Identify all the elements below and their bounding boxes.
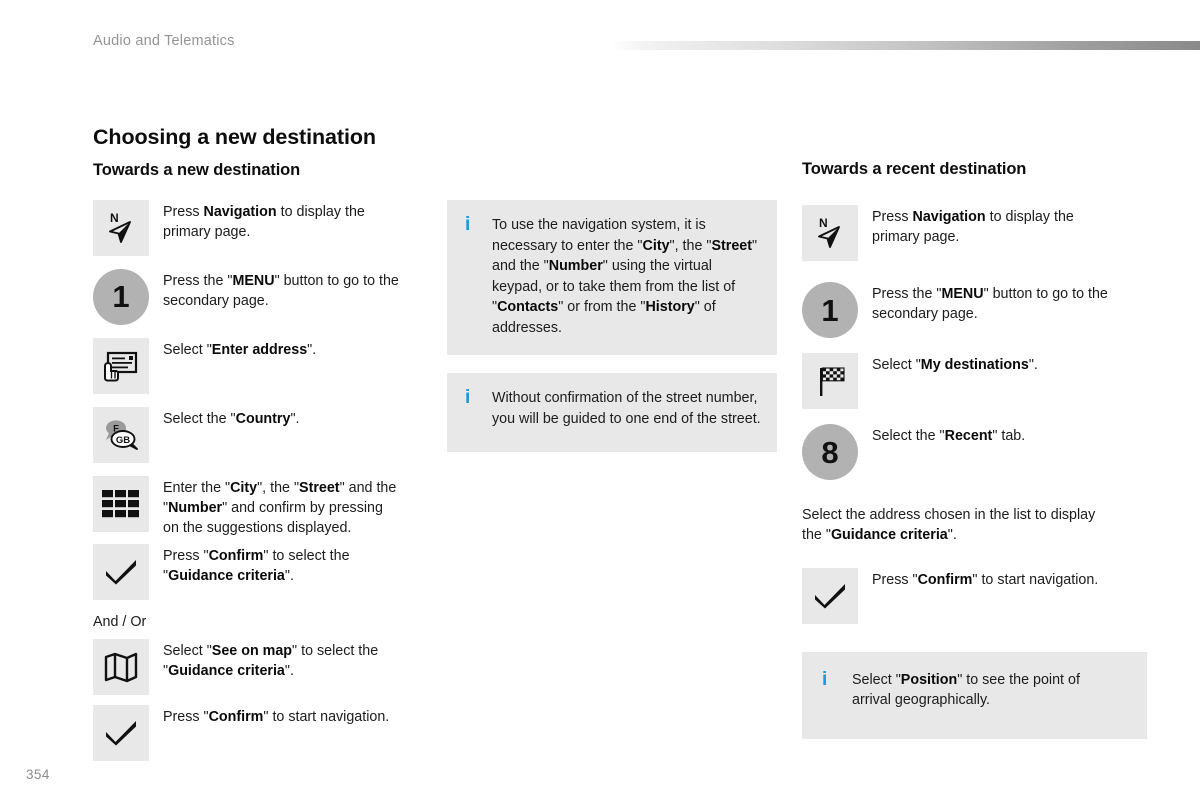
page-title: Choosing a new destination: [93, 125, 376, 149]
info-box: i Select "Position" to see the point of a…: [802, 651, 1147, 739]
step-row: 1 Press the "MENU" button to go to the se…: [93, 268, 433, 325]
my-destinations-flag-icon: [820, 367, 845, 397]
step-text: Select "Enter address".: [163, 341, 317, 358]
step-text: Press the "MENU" button to go to the seco…: [163, 272, 399, 310]
confirm-checkmark-icon-box: [93, 543, 149, 600]
svg-text:N: N: [110, 211, 119, 225]
breadcrumb-chapter-title: Audio and Telematics: [93, 33, 235, 49]
page-header: Audio and Telematics: [0, 0, 1200, 90]
step-text: Press Navigation to display the primary p…: [163, 203, 365, 241]
step-number-label: 1: [821, 292, 839, 328]
virtual-keypad-icon-box: [93, 475, 149, 532]
step-row: Enter the "City", the "Street" and the "N…: [93, 475, 433, 539]
country-speech-bubbles-icon: F GB: [106, 420, 138, 450]
svg-text:N: N: [819, 216, 828, 230]
right-column-note: Select the address chosen in the list to…: [802, 507, 1096, 544]
my-destinations-flag-icon-box: [802, 353, 858, 410]
step-row: Select "See on map" to select the "Guidan…: [93, 638, 433, 695]
confirm-checkmark-icon: [106, 720, 136, 746]
step-number-badge-1: 1: [93, 268, 149, 325]
enter-address-card-icon: [104, 351, 138, 382]
country-speech-bubbles-icon-box: F GB: [93, 406, 149, 463]
step-text: Press the "MENU" button to go to the seco…: [872, 286, 1108, 323]
info-box-text: Select "Position" to see the point of arr…: [852, 671, 1080, 709]
see-on-map-icon: [104, 652, 138, 682]
step-row: N Press Navigation to display the primary…: [93, 199, 433, 256]
info-icon: i: [465, 214, 471, 235]
step-row: F GB Select the "Country".: [93, 406, 433, 463]
step-row: N Press Navigation to display the primary…: [802, 205, 1147, 262]
confirm-checkmark-icon: [106, 559, 136, 585]
navigation-compass-icon: N: [109, 211, 131, 243]
step-text: Enter the "City", the "Street" and the "N…: [163, 479, 397, 537]
step-number-badge-1: 1: [802, 282, 858, 339]
middle-column: i To use the navigation system, it is ne…: [447, 200, 777, 452]
virtual-keypad-icon: [102, 489, 139, 517]
step-row: Select "My destinations".: [802, 353, 1147, 410]
left-subsection-title: Towards a new destination: [93, 160, 301, 179]
and-or-label: And / Or: [93, 613, 147, 630]
step-row: Select "Enter address".: [93, 337, 433, 394]
info-box: i Without confirmation of the street num…: [447, 373, 777, 452]
navigation-compass-icon-box: N: [93, 199, 149, 256]
header-gradient-rule: [612, 41, 1200, 50]
info-box: i To use the navigation system, it is ne…: [447, 200, 777, 356]
left-column: Choosing a new destination Towards a new…: [93, 125, 433, 761]
see-on-map-icon-box: [93, 638, 149, 695]
right-subsection-title: Towards a recent destination: [802, 160, 1027, 178]
navigation-compass-icon: N: [818, 216, 840, 249]
info-icon: i: [822, 668, 828, 690]
step-text: Select the "Recent" tab.: [872, 428, 1026, 445]
step-text: Select "See on map" to select the "Guidan…: [163, 642, 379, 679]
info-box-text: Without confirmation of the street numbe…: [492, 390, 761, 428]
page-number: 354: [26, 767, 50, 782]
step-row: Press "Confirm" to start navigation.: [93, 704, 433, 761]
info-box-text: To use the navigation system, it is nece…: [492, 217, 758, 336]
step-number-label: 1: [112, 279, 130, 315]
step-row: Press "Confirm" to select the "Guidance c…: [93, 543, 433, 600]
step-text: Press Navigation to display the primary p…: [872, 209, 1074, 246]
step-row: 8 Select the "Recent" tab.: [802, 424, 1147, 481]
info-icon: i: [465, 387, 471, 409]
navigation-compass-icon-box: N: [802, 205, 858, 262]
step-text: Press "Confirm" to select the "Guidance c…: [163, 547, 350, 584]
step-row: Press "Confirm" to start navigation.: [802, 567, 1147, 624]
enter-address-card-icon-box: [93, 337, 149, 394]
confirm-checkmark-icon-box: [93, 704, 149, 761]
step-number-badge-8: 8: [802, 424, 858, 481]
step-number-label: 8: [821, 434, 839, 470]
confirm-checkmark-icon: [815, 583, 845, 609]
right-column: Towards a recent destination N Press Nav…: [802, 160, 1147, 739]
step-text: Press "Confirm" to start navigation.: [163, 708, 390, 725]
step-text: Select the "Country".: [163, 410, 300, 427]
step-text: Press "Confirm" to start navigation.: [872, 571, 1099, 588]
country-code-gb: GB: [116, 435, 130, 446]
step-row: 1 Press the "MENU" button to go to the se…: [802, 282, 1147, 339]
confirm-checkmark-icon-box: [802, 567, 858, 624]
step-text: Select "My destinations".: [872, 357, 1038, 374]
